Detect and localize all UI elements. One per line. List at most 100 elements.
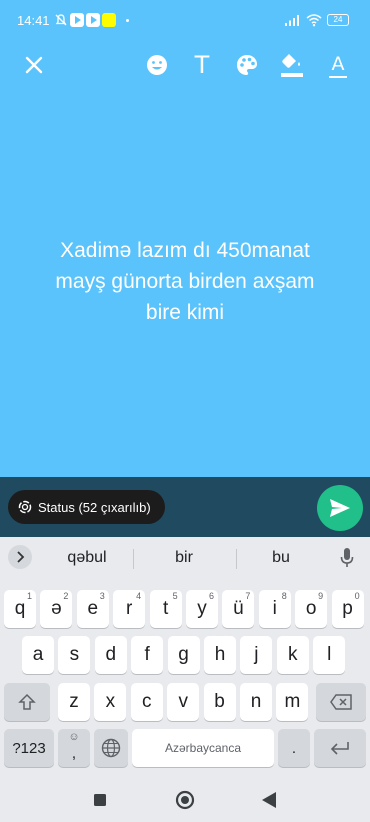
key-j[interactable]: j xyxy=(240,636,273,674)
language-key[interactable] xyxy=(94,729,128,767)
signal-icon xyxy=(285,15,299,26)
key-hint: 0 xyxy=(354,591,360,601)
key-hint: 3 xyxy=(99,591,105,601)
home-button[interactable] xyxy=(175,790,195,810)
symbols-key[interactable]: ?123 xyxy=(4,729,54,767)
palette-icon xyxy=(237,55,257,75)
key-label: l xyxy=(327,644,332,665)
key-g[interactable]: g xyxy=(167,636,200,674)
key-label: z xyxy=(69,691,79,712)
key-label: s xyxy=(69,644,80,665)
key-label: e xyxy=(87,598,99,619)
clock: 14:41 xyxy=(17,13,50,28)
audience-selector[interactable]: Status (52 çıxarılıb) xyxy=(8,490,165,524)
palette-button[interactable] xyxy=(232,50,262,80)
key-label: o xyxy=(305,598,317,619)
key-hint: 5 xyxy=(172,591,178,601)
status-text[interactable]: Xadimə lazım dı 450manat mayş günorta bi… xyxy=(0,235,370,328)
shift-key[interactable] xyxy=(4,683,50,721)
key-z[interactable]: z xyxy=(58,683,90,721)
key-i[interactable]: i8 xyxy=(258,590,291,628)
key-q[interactable]: q1 xyxy=(4,590,36,628)
key-label: i xyxy=(272,598,277,619)
comma-label: , xyxy=(71,744,77,762)
key-y[interactable]: y6 xyxy=(186,590,218,628)
key-f[interactable]: f xyxy=(131,636,164,674)
snapchat-notification-icon xyxy=(102,13,116,27)
key-d[interactable]: d xyxy=(94,636,127,674)
send-button[interactable] xyxy=(317,485,363,531)
emoji-button[interactable] xyxy=(142,50,172,80)
key-x[interactable]: x xyxy=(94,683,127,721)
suggestion-2[interactable]: bir xyxy=(144,549,224,567)
key-label: ə xyxy=(51,598,62,619)
recent-apps-button[interactable] xyxy=(93,793,107,807)
emoji-small-icon: ☺ xyxy=(68,731,80,743)
close-icon xyxy=(25,56,43,74)
text-color-button[interactable]: A xyxy=(323,50,353,80)
close-button[interactable] xyxy=(19,50,49,80)
suggestion-3[interactable]: bu xyxy=(241,549,321,567)
key-label: v xyxy=(178,691,188,712)
back-button[interactable] xyxy=(261,791,277,809)
key-label: r xyxy=(126,598,133,619)
key-m[interactable]: m xyxy=(276,683,309,721)
fill-color-icon xyxy=(281,54,303,77)
key-r[interactable]: r4 xyxy=(113,590,146,628)
send-icon xyxy=(330,499,350,517)
key-e[interactable]: e3 xyxy=(76,590,109,628)
backspace-key[interactable] xyxy=(316,683,366,721)
key-l[interactable]: l xyxy=(313,636,346,674)
key-n[interactable]: n xyxy=(240,683,272,721)
youtube-music-notification-icon xyxy=(86,13,100,27)
key-v[interactable]: v xyxy=(167,683,200,721)
key-label: f xyxy=(144,644,150,665)
shift-icon xyxy=(18,693,36,710)
key-label: h xyxy=(214,644,226,665)
suggestion-divider xyxy=(133,549,134,569)
suggestion-1[interactable]: qəbul xyxy=(47,549,127,567)
emoji-icon xyxy=(147,55,167,75)
key-label: j xyxy=(254,644,259,665)
emoji-comma-key[interactable]: ☺ , xyxy=(58,729,90,767)
key-ə[interactable]: ə2 xyxy=(40,590,73,628)
status-audience-icon xyxy=(18,500,32,514)
keyboard: qəbul bir bu q1ə2e3r4t5y6ü7i8o9p0 asdfgh… xyxy=(0,537,370,782)
globe-icon xyxy=(101,738,121,758)
key-label: p xyxy=(342,598,353,619)
backspace-icon xyxy=(330,694,352,710)
youtube-notification-icon xyxy=(70,13,84,27)
key-o[interactable]: o9 xyxy=(295,590,328,628)
text-icon: T xyxy=(194,51,210,79)
key-p[interactable]: p0 xyxy=(331,590,364,628)
key-c[interactable]: c xyxy=(130,683,163,721)
key-label: a xyxy=(32,644,44,665)
key-s[interactable]: s xyxy=(58,636,91,674)
enter-key[interactable] xyxy=(314,729,366,767)
key-hint: 7 xyxy=(245,591,251,601)
suggestion-strip: qəbul bir bu xyxy=(0,537,370,579)
period-key[interactable]: . xyxy=(278,729,310,767)
key-label: n xyxy=(250,691,262,712)
key-k[interactable]: k xyxy=(276,636,309,674)
more-notifications-dot xyxy=(126,19,129,22)
chevron-right-icon xyxy=(17,551,25,563)
space-key[interactable]: Azərbaycanca xyxy=(132,729,274,767)
key-hint: 8 xyxy=(281,591,287,601)
key-hint: 6 xyxy=(208,591,214,601)
background-color-button[interactable] xyxy=(277,50,307,80)
status-bar: 14:41 24 xyxy=(0,0,370,40)
expand-toolbar-button[interactable] xyxy=(8,545,32,569)
key-b[interactable]: b xyxy=(203,683,236,721)
key-h[interactable]: h xyxy=(204,636,236,674)
key-t[interactable]: t5 xyxy=(149,590,182,628)
notifications-muted-icon xyxy=(55,14,67,26)
key-ü[interactable]: ü7 xyxy=(222,590,255,628)
microphone-icon[interactable] xyxy=(340,547,354,569)
key-hint: 2 xyxy=(63,591,69,601)
wifi-icon xyxy=(306,14,322,27)
text-tool-button[interactable]: T xyxy=(187,50,217,80)
key-hint: 1 xyxy=(26,591,32,601)
key-a[interactable]: a xyxy=(22,636,54,674)
battery-indicator: 24 xyxy=(327,14,349,26)
